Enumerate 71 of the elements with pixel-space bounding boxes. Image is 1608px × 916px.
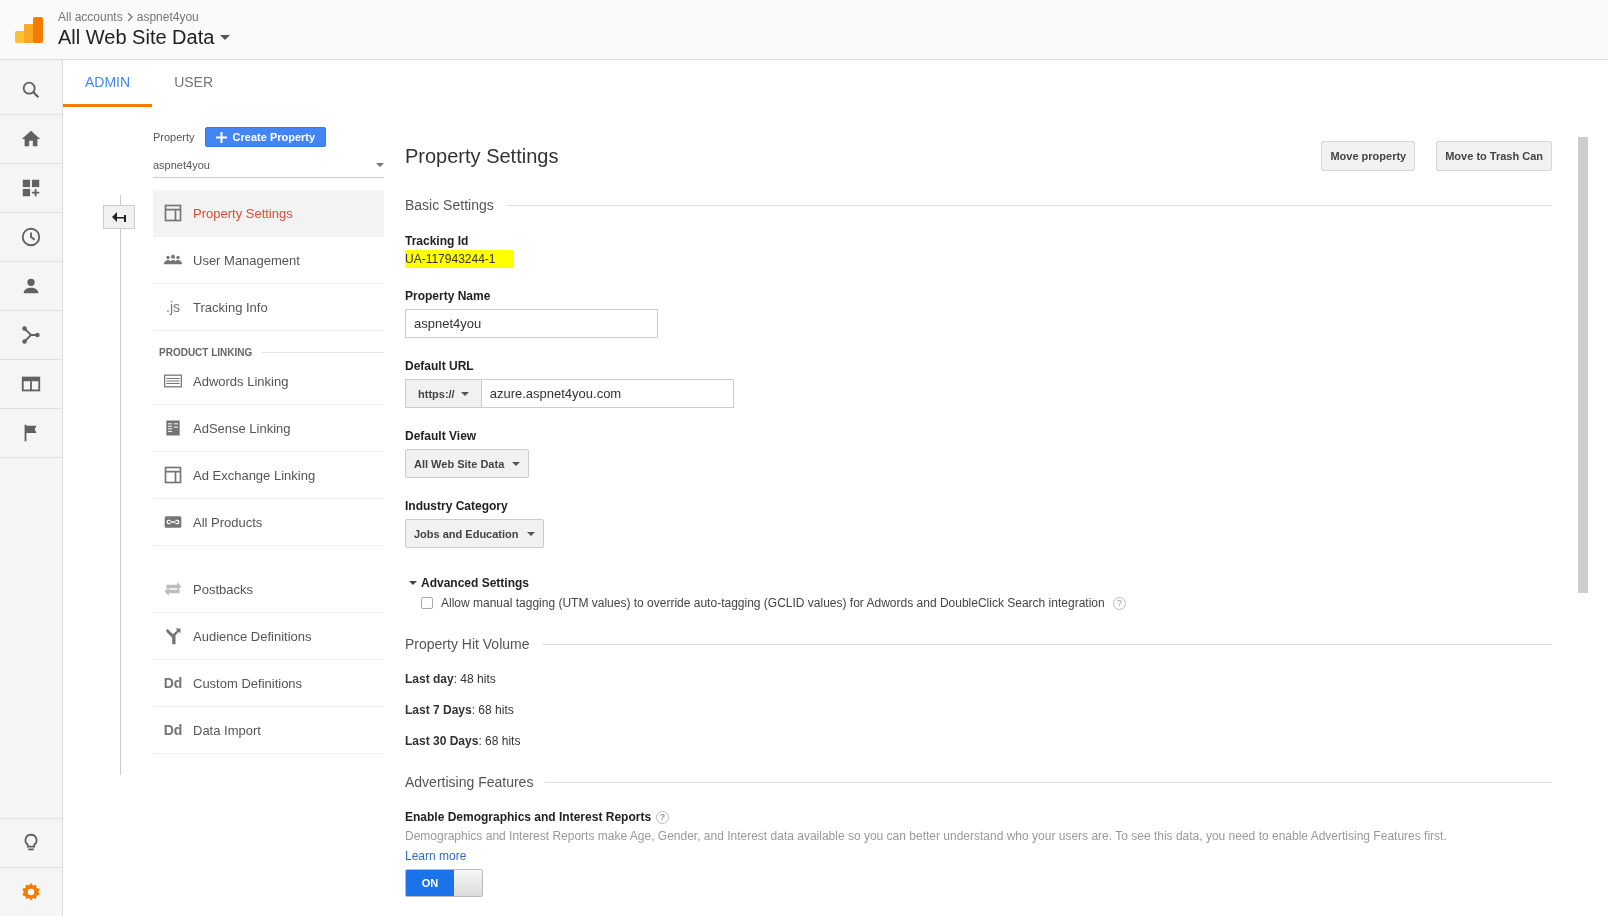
back-button[interactable] [103,205,135,229]
property-selector[interactable]: aspnet4you [153,151,384,178]
tab[interactable]: USER [152,60,236,107]
scrollbar[interactable] [1578,137,1588,593]
hit-count: Last day: 48 hits [405,672,497,686]
breadcrumb-link[interactable]: aspnet4you [136,10,199,24]
protocol-dropdown[interactable]: https:// [405,379,481,408]
glyph-icon: Dd [163,722,183,738]
advanced-settings-toggle[interactable]: Advanced Settings [409,576,530,590]
field-label: Property Name [405,289,492,303]
field-label: Tracking Id [405,234,470,248]
nav-item[interactable]: Dd Custom Definitions [153,660,384,707]
checkbox[interactable] [421,597,433,609]
plus-icon [215,131,227,143]
action-button[interactable]: Move property [1321,141,1416,171]
caret-icon [409,579,417,587]
learn-more-link[interactable]: Learn more [405,849,467,863]
dropdown[interactable]: All Web Site Data [405,449,530,478]
option-label: Allow manual tagging (UTM values) to override auto-tagging (GCLID values) for Adwords and DoubleClick Search integration [441,596,1105,610]
nav-item[interactable]: User Management [153,237,384,284]
field-label: Default View [405,429,478,443]
nav-item[interactable]: All Products [153,499,384,546]
setting-title: Enable Demographics and Interest Reports [405,810,652,824]
create-property-button[interactable]: Create Property [204,127,327,147]
action-button[interactable]: Move to Trash Can [1436,141,1552,171]
layout-icon [163,465,183,485]
dashboard-icon[interactable] [20,177,42,199]
logo-icon [15,16,43,43]
nav-item[interactable]: Audience Definitions [153,613,384,660]
section-heading: PRODUCT LINKING [159,347,253,358]
toggle-switch[interactable]: ON [405,869,483,897]
clock-icon[interactable] [20,226,42,248]
dropdown[interactable]: Jobs and Education [405,519,544,548]
caret-icon [526,531,535,536]
property-label: Property [153,131,195,143]
caret-icon [220,35,231,40]
document-icon [163,418,183,438]
caret-icon [512,461,521,466]
url-field[interactable]: azure.aspnet4you.com [480,379,734,408]
nav-item[interactable]: Property Settings [153,190,384,237]
chevron-icon [126,13,133,21]
fork-icon [163,626,183,646]
branch-icon[interactable] [20,324,42,346]
settings-icon[interactable] [20,881,42,903]
nav-item[interactable]: Dd Data Import [153,707,384,754]
breadcrumb-link[interactable]: All accounts [58,10,123,24]
hit-count: Last 7 Days: 68 hits [405,703,515,717]
layout-icon [163,203,183,223]
caret-icon [376,163,384,167]
nav-item[interactable]: .js Tracking Info [153,284,384,331]
nav-item[interactable]: AdSense Linking [153,405,384,452]
glyph-icon: .js [166,299,180,315]
property-name-field[interactable]: aspnet4you [405,309,658,338]
section-heading: Basic Settings [405,197,494,213]
page-title: Property Settings [405,144,559,168]
hit-count: Last 30 Days: 68 hits [405,734,522,748]
section-heading: Advertising Features [405,774,534,790]
section-heading: Property Hit Volume [405,636,530,652]
search-icon[interactable] [20,79,42,101]
caret-icon [460,391,469,396]
view-title[interactable]: All Web Site Data [58,26,215,49]
tracking-id: UA-117943244-1 [405,250,514,268]
field-label: Industry Category [405,499,509,513]
nav-item[interactable]: Adwords Linking [153,358,384,405]
setting-description: Demographics and Interest Reports make Age, Gender, and Interest data available so you can better understand who your users are. To see this data, you need to enable Advertising Features first. [405,829,1448,843]
nav-item[interactable]: Ad Exchange Linking [153,452,384,499]
back-arrow-icon [112,212,126,222]
field-label: Default URL [405,359,475,373]
glyph-icon: Dd [163,675,183,691]
nav-item[interactable]: Postbacks [153,566,384,613]
tab[interactable]: ADMIN [63,60,153,107]
